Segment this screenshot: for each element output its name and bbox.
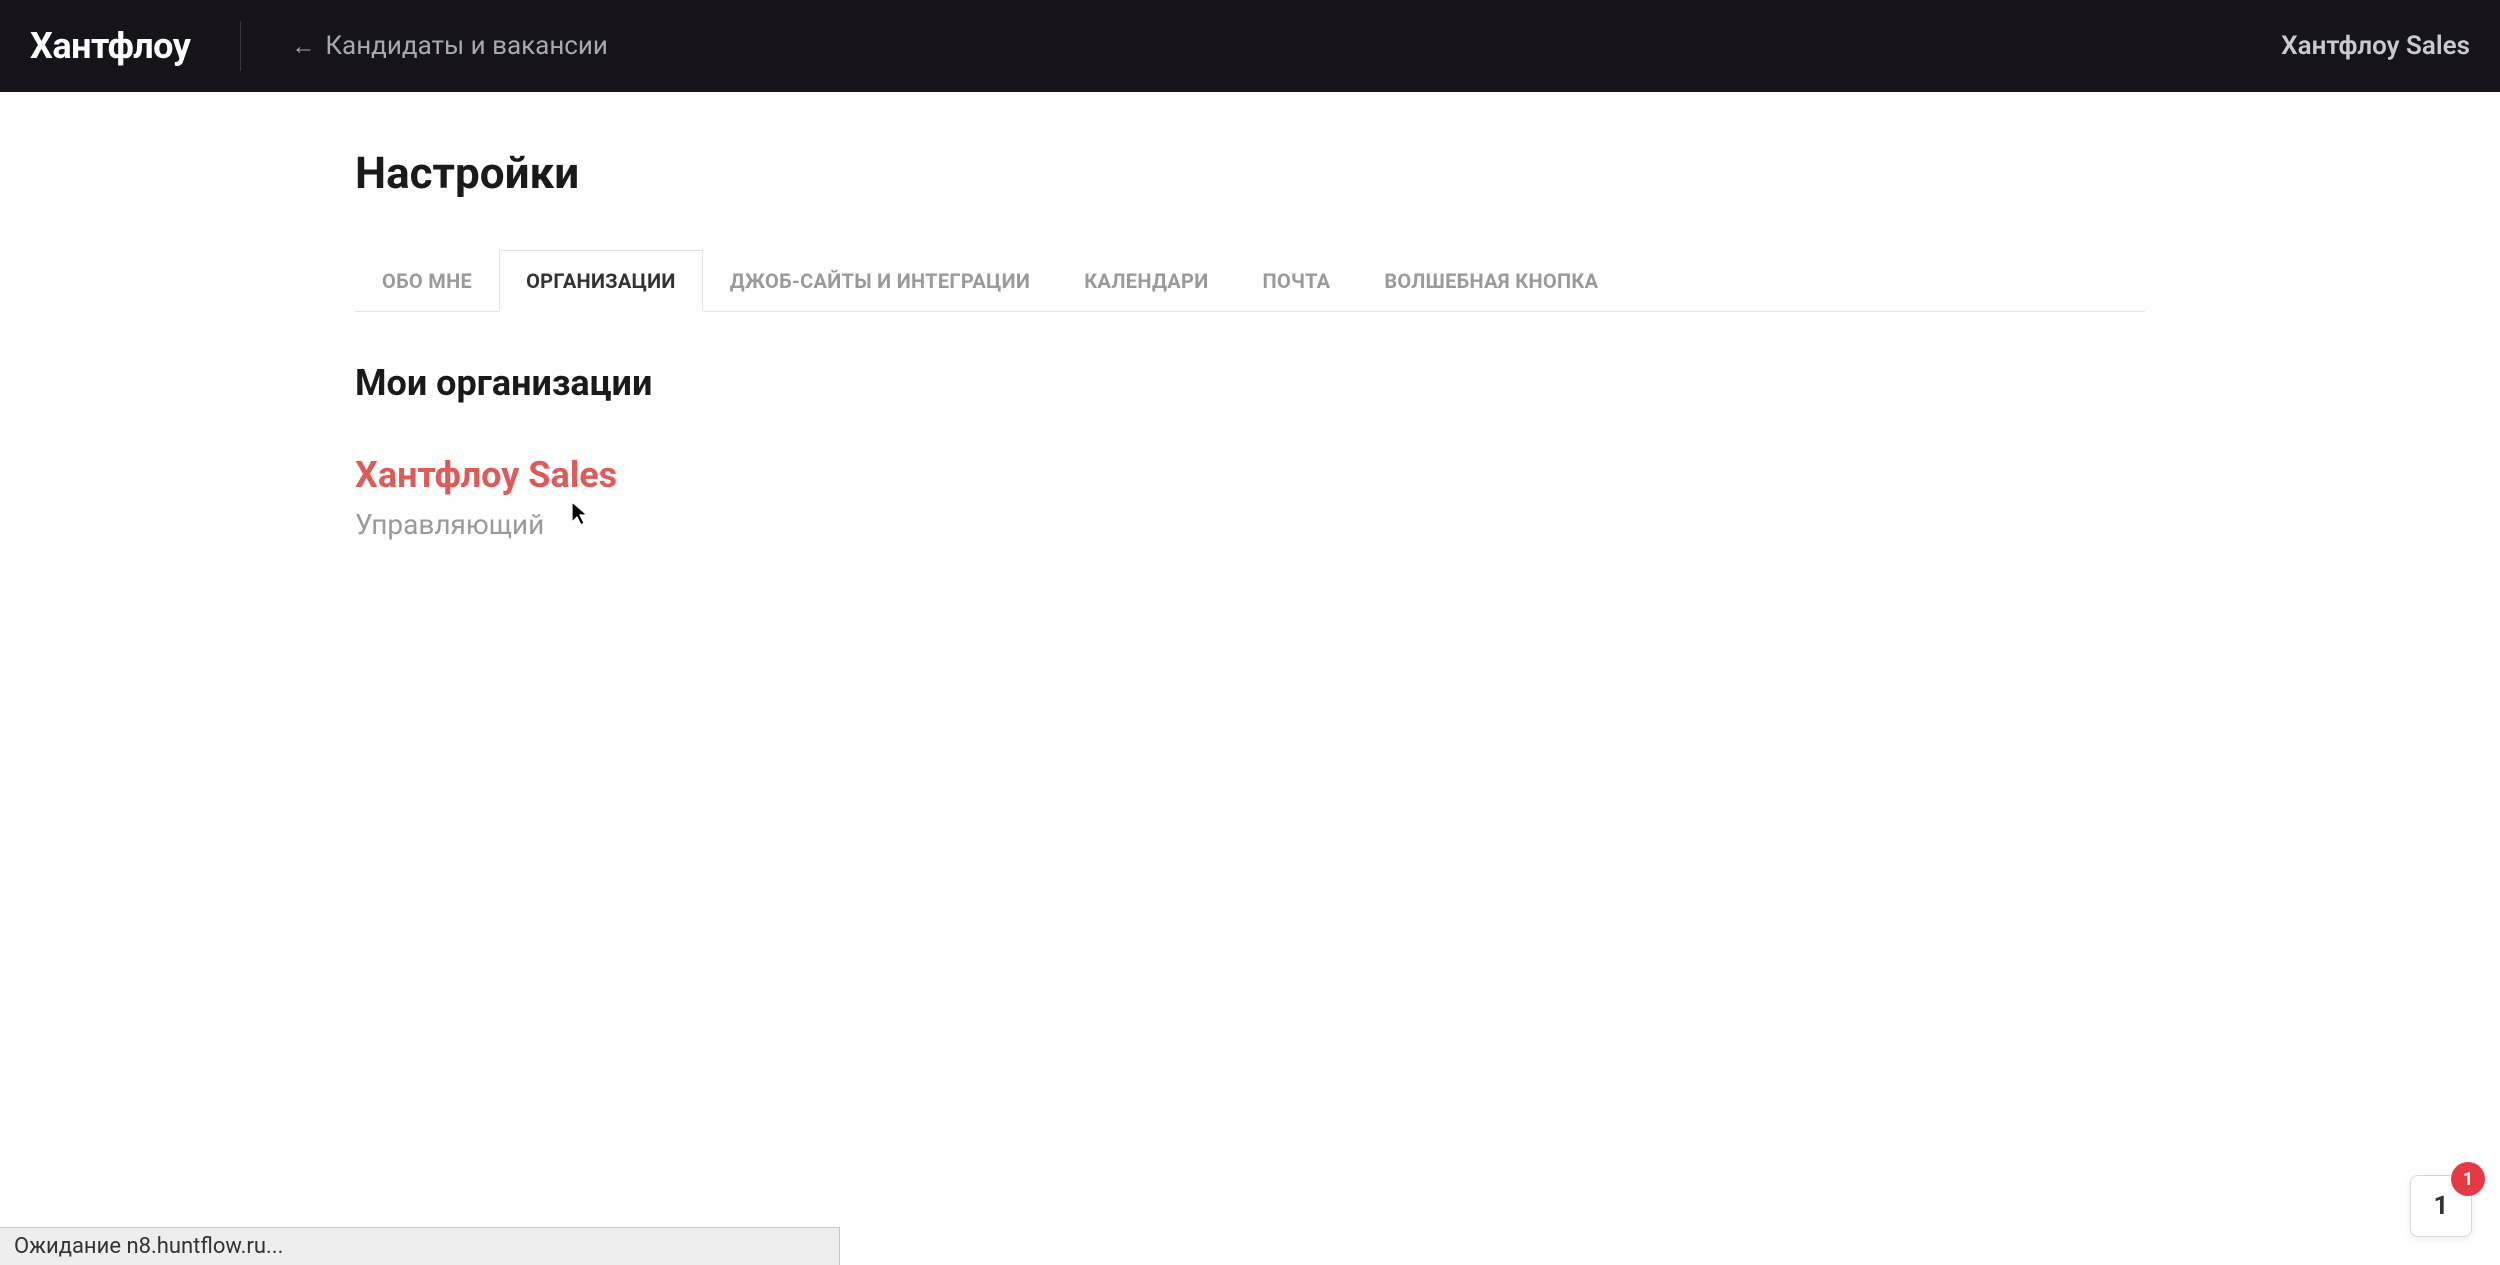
organization-item: Хантфлоу Sales Управляющий <box>355 454 2145 541</box>
main-container: Настройки ОБО МНЕ ОРГАНИЗАЦИИ ДЖОБ-САЙТЫ… <box>325 92 2175 541</box>
back-to-candidates-link[interactable]: ← Кандидаты и вакансии <box>241 31 608 61</box>
settings-tabs: ОБО МНЕ ОРГАНИЗАЦИИ ДЖОБ-САЙТЫ И ИНТЕГРА… <box>355 249 2145 312</box>
tab-job-sites-integrations[interactable]: ДЖОБ-САЙТЫ И ИНТЕГРАЦИИ <box>703 250 1057 312</box>
organization-role: Управляющий <box>355 508 2145 541</box>
tab-calendars[interactable]: КАЛЕНДАРИ <box>1057 250 1235 312</box>
app-logo[interactable]: Хантфлоу <box>30 25 240 67</box>
browser-status-bar: Ожидание n8.huntflow.ru... <box>0 1227 840 1265</box>
tab-mail[interactable]: ПОЧТА <box>1236 250 1358 312</box>
chat-widget-button[interactable]: 1 1 <box>2410 1175 2472 1237</box>
tab-organizations[interactable]: ОРГАНИЗАЦИИ <box>499 250 703 312</box>
tab-about-me[interactable]: ОБО МНЕ <box>355 250 499 312</box>
tab-magic-button[interactable]: ВОЛШЕБНАЯ КНОПКА <box>1357 250 1625 312</box>
back-link-label: Кандидаты и вакансии <box>325 31 608 61</box>
chat-notification-badge: 1 <box>2451 1162 2485 1196</box>
account-menu[interactable]: Хантфлоу Sales <box>2281 31 2470 61</box>
app-header: Хантфлоу ← Кандидаты и вакансии Хантфлоу… <box>0 0 2500 92</box>
arrow-left-icon: ← <box>291 32 315 61</box>
organization-link[interactable]: Хантфлоу Sales <box>355 454 617 496</box>
chat-count: 1 <box>2434 1191 2449 1221</box>
section-title: Мои организации <box>355 362 2145 404</box>
page-title: Настройки <box>355 147 2145 199</box>
